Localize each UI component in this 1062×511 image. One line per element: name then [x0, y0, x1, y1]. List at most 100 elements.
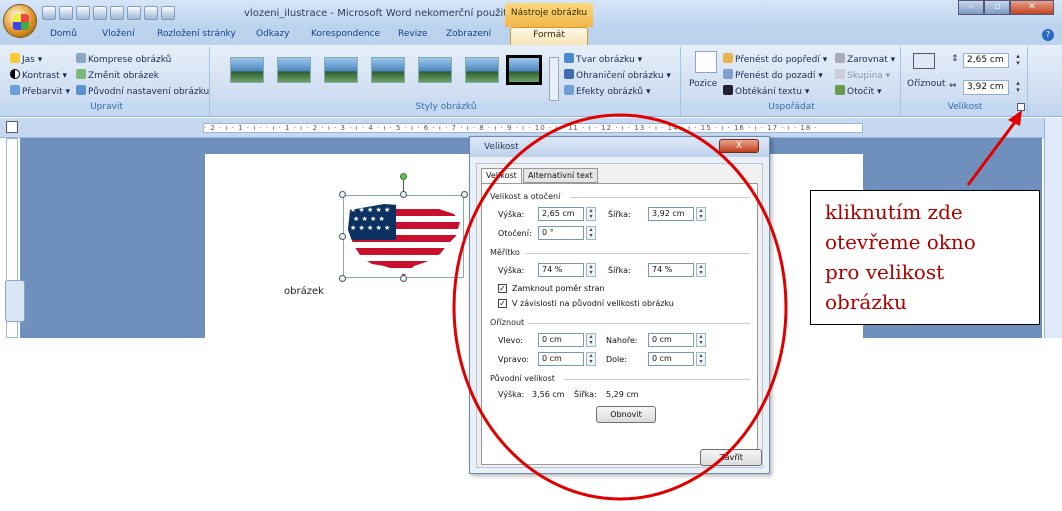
side-panel-toggle[interactable]	[5, 280, 25, 322]
prenest-pozadi-button[interactable]: Přenést do pozadí ▾	[723, 69, 823, 81]
section-divider	[526, 253, 750, 254]
tab-domu[interactable]: Domů	[50, 29, 77, 39]
height-spinner[interactable]: ▴ ▾	[1013, 53, 1023, 68]
resize-handle[interactable]	[400, 191, 407, 198]
minimize-button[interactable]: –	[958, 0, 984, 15]
section-scale: Měřítko	[490, 248, 520, 257]
contrast-icon	[10, 69, 20, 79]
scale-vyska-input[interactable]: 74 %	[538, 263, 584, 277]
oriznout-button[interactable]: Oříznout	[907, 79, 945, 89]
obtekani-label: Obtékání textu	[735, 87, 802, 97]
vyska-spinner[interactable]: ▴ ▾	[586, 207, 596, 221]
vpravo-input[interactable]: 0 cm	[538, 352, 584, 366]
quick-print-icon[interactable]	[110, 6, 124, 20]
gallery-scroll[interactable]	[549, 57, 559, 101]
resize-handle[interactable]	[339, 191, 346, 198]
position-icon[interactable]	[695, 51, 717, 73]
width-spinner[interactable]: ▴ ▾	[1013, 80, 1023, 95]
help-icon[interactable]: ?	[1042, 29, 1054, 41]
pozice-button[interactable]: Pozice	[689, 79, 717, 89]
lock-aspect-checkbox[interactable]: ✓	[498, 284, 507, 293]
style-thumbnail[interactable]	[277, 57, 311, 83]
vlevo-input[interactable]: 0 cm	[538, 333, 584, 347]
tab-odkazy[interactable]: Odkazy	[256, 29, 289, 39]
style-thumbnail-selected[interactable]	[506, 55, 542, 85]
tab-korespondence[interactable]: Korespondence	[311, 29, 380, 39]
redo-icon[interactable]	[161, 6, 175, 20]
jas-button[interactable]: Jas ▾	[10, 53, 42, 65]
efekty-button[interactable]: Efekty obrázků ▾	[564, 85, 651, 97]
undo-icon[interactable]	[144, 6, 158, 20]
table-icon[interactable]	[127, 6, 141, 20]
tab-velikost[interactable]: Velikost	[481, 168, 522, 184]
skupina-button[interactable]: Skupina ▾	[835, 69, 890, 81]
svg-text:★ ★ ★ ★ ★: ★ ★ ★ ★ ★	[350, 224, 390, 232]
resize-handle[interactable]	[461, 191, 468, 198]
dialog-close-button[interactable]: X	[719, 139, 759, 153]
puvodni-nastaveni-button[interactable]: Původní nastavení obrázku	[76, 85, 209, 97]
prebarvit-button[interactable]: Přebarvit ▾	[10, 85, 70, 97]
save-icon[interactable]	[76, 6, 90, 20]
vpravo-spinner[interactable]: ▴ ▾	[586, 352, 596, 366]
tab-rozlozeni[interactable]: Rozložení stránky	[157, 29, 236, 39]
border-pen-icon	[564, 69, 574, 79]
us-map-flag-image[interactable]: ★ ★ ★ ★ ★ ★ ★ ★ ★ ★ ★ ★ ★ ★	[343, 195, 464, 278]
style-thumbnail[interactable]	[324, 57, 358, 83]
style-thumbnail[interactable]	[230, 57, 264, 83]
quick-access-toolbar	[42, 6, 175, 20]
sirka-spinner[interactable]: ▴ ▾	[696, 207, 706, 221]
dialog-launcher-icon[interactable]	[1017, 103, 1025, 111]
kontrast-button[interactable]: Kontrast ▾	[10, 69, 67, 81]
close-window-button[interactable]: ✕	[1010, 0, 1054, 15]
crop-icon[interactable]	[913, 53, 935, 69]
zarovnat-button[interactable]: Zarovnat ▾	[835, 53, 895, 65]
resize-handle[interactable]	[339, 233, 346, 240]
maximize-button[interactable]: ▫	[984, 0, 1010, 15]
scale-sirka-input[interactable]: 74 %	[648, 263, 694, 277]
otoceni-input[interactable]: 0 °	[538, 226, 584, 240]
tab-selector-icon[interactable]	[6, 121, 18, 133]
nahore-input[interactable]: 0 cm	[648, 333, 694, 347]
tab-alternativni-text[interactable]: Alternativní text	[523, 168, 598, 183]
nahore-spinner[interactable]: ▴ ▾	[696, 333, 706, 347]
zavrit-button[interactable]: Zavřít	[700, 449, 762, 466]
otoceni-spinner[interactable]: ▴ ▾	[586, 226, 596, 240]
sirka-input[interactable]: 3,92 cm	[648, 207, 694, 221]
shape-icon	[564, 53, 574, 63]
tab-zobrazeni[interactable]: Zobrazení	[446, 29, 491, 39]
zmenit-obrazek-button[interactable]: Změnit obrázek	[76, 69, 159, 81]
new-document-icon[interactable]	[42, 6, 56, 20]
open-folder-icon[interactable]	[59, 6, 73, 20]
scale-vyska-spinner[interactable]: ▴ ▾	[586, 263, 596, 277]
obnovit-button[interactable]: Obnovit	[596, 406, 656, 423]
office-button[interactable]	[3, 4, 37, 38]
dole-input[interactable]: 0 cm	[648, 352, 694, 366]
style-thumbnail[interactable]	[371, 57, 405, 83]
tab-format[interactable]: Formát	[510, 27, 588, 45]
vertical-scrollbar[interactable]	[1044, 118, 1062, 338]
ohraniceni-button[interactable]: Ohraničení obrázku ▾	[564, 69, 671, 81]
orig-vyska-label: Výška:	[498, 390, 525, 399]
resize-handle[interactable]	[400, 275, 407, 282]
width-input[interactable]: 3,92 cm	[963, 80, 1009, 95]
tab-revize[interactable]: Revize	[398, 29, 427, 39]
group-label-styly: Styly obrázků	[212, 102, 680, 115]
rotate-handle[interactable]	[400, 173, 407, 180]
resize-handle[interactable]	[339, 275, 346, 282]
height-input[interactable]: 2,65 cm	[963, 53, 1009, 68]
rotate-handle-line	[403, 180, 404, 192]
vyska-input[interactable]: 2,65 cm	[538, 207, 584, 221]
style-thumbnail[interactable]	[418, 57, 452, 83]
tvar-obrazku-button[interactable]: Tvar obrázku ▾	[564, 53, 642, 65]
komprese-button[interactable]: Komprese obrázků	[76, 53, 171, 65]
style-thumbnail[interactable]	[465, 57, 499, 83]
scale-sirka-spinner[interactable]: ▴ ▾	[696, 263, 706, 277]
tab-vlozeni[interactable]: Vložení	[102, 29, 135, 39]
relative-size-checkbox[interactable]: ✓	[498, 299, 507, 308]
prenest-popredi-button[interactable]: Přenést do popředí ▾	[723, 53, 827, 65]
print-preview-icon[interactable]	[93, 6, 107, 20]
vlevo-spinner[interactable]: ▴ ▾	[586, 333, 596, 347]
otocit-button[interactable]: Otočit ▾	[835, 85, 882, 97]
obtekani-button[interactable]: Obtékání textu ▾	[723, 85, 809, 97]
dole-spinner[interactable]: ▴ ▾	[696, 352, 706, 366]
